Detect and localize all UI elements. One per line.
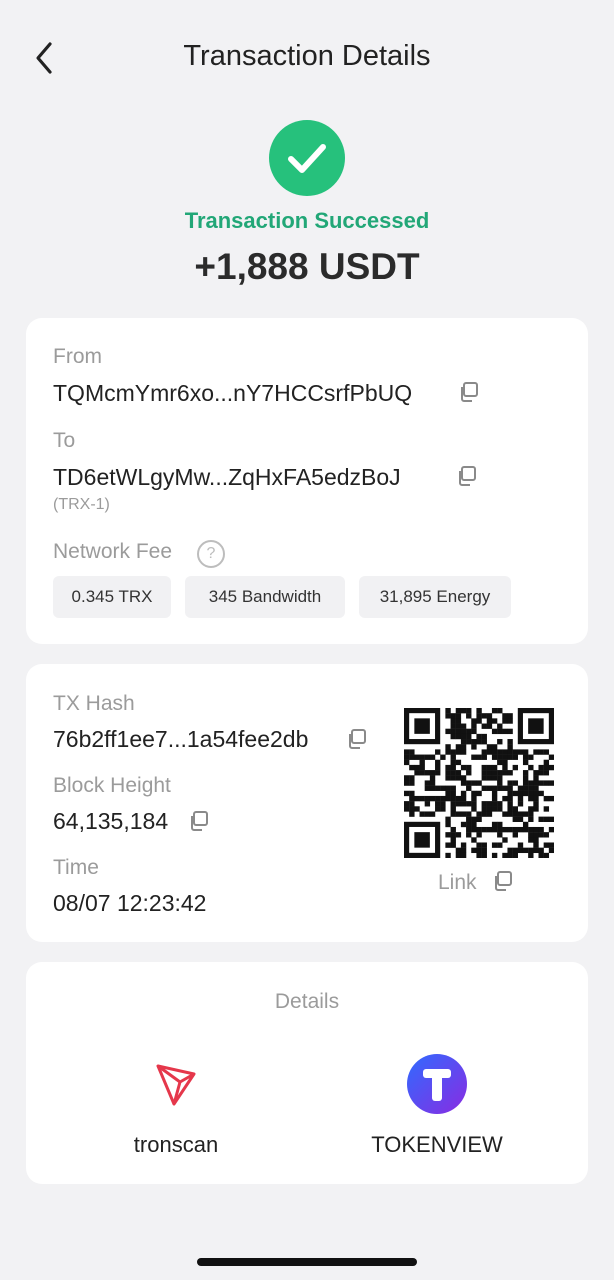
fee-chip-bandwidth: 345 Bandwidth (185, 576, 345, 618)
to-label: To (53, 429, 76, 452)
link-button[interactable]: Link (438, 870, 514, 895)
time-label: Time (53, 856, 99, 879)
success-check-icon (269, 120, 345, 196)
block-height-label: Block Height (53, 774, 171, 797)
copy-link-icon (495, 871, 513, 891)
copy-block-icon[interactable] (188, 810, 210, 832)
copy-to-icon[interactable] (456, 465, 478, 487)
tronscan-button[interactable]: tronscan (76, 1032, 276, 1172)
fee-chip-trx: 0.345 TRX (53, 576, 171, 618)
network-fee-label: Network Fee (53, 540, 173, 563)
copy-hash-icon[interactable] (346, 728, 368, 750)
fee-chip-energy: 31,895 Energy (359, 576, 511, 618)
tx-hash-label: TX Hash (53, 692, 135, 715)
qr-code (404, 708, 555, 859)
tokenview-label: TOKENVIEW (371, 1132, 503, 1157)
to-address: TD6etWLgyMw...ZqHxFA5edzBoJ (53, 464, 401, 490)
header: Transaction Details (0, 0, 614, 116)
home-indicator (197, 1258, 417, 1266)
tx-info-card: TX Hash 76b2ff1ee7...1a54fee2db Block He… (26, 664, 588, 942)
amount-text: +1,888 USDT (194, 246, 420, 287)
tronscan-label: tronscan (133, 1132, 219, 1157)
status-text: Transaction Successed (184, 208, 430, 233)
to-network-note: (TRX-1) (53, 496, 110, 513)
block-height-value: 64,135,184 (53, 808, 169, 834)
time-value: 08/07 12:23:42 (53, 890, 207, 916)
link-label: Link (438, 871, 477, 894)
tx-hash-value: 76b2ff1ee7...1a54fee2db (53, 726, 309, 752)
explorers-card: Details tronscan TOKENVIEW (26, 962, 588, 1184)
help-icon[interactable]: ? (197, 540, 225, 568)
details-title: Details (274, 990, 340, 1013)
tronscan-logo-icon (144, 1052, 208, 1116)
tokenview-button[interactable]: TOKENVIEW (337, 1032, 537, 1172)
from-label: From (53, 345, 102, 368)
page-title: Transaction Details (183, 40, 431, 72)
copy-from-icon[interactable] (458, 381, 480, 403)
from-address: TQMcmYmr6xo...nY7HCCsrfPbUQ (53, 380, 413, 406)
tokenview-logo-icon (405, 1052, 469, 1116)
transfer-card: From TQMcmYmr6xo...nY7HCCsrfPbUQ To TD6e… (26, 318, 588, 644)
